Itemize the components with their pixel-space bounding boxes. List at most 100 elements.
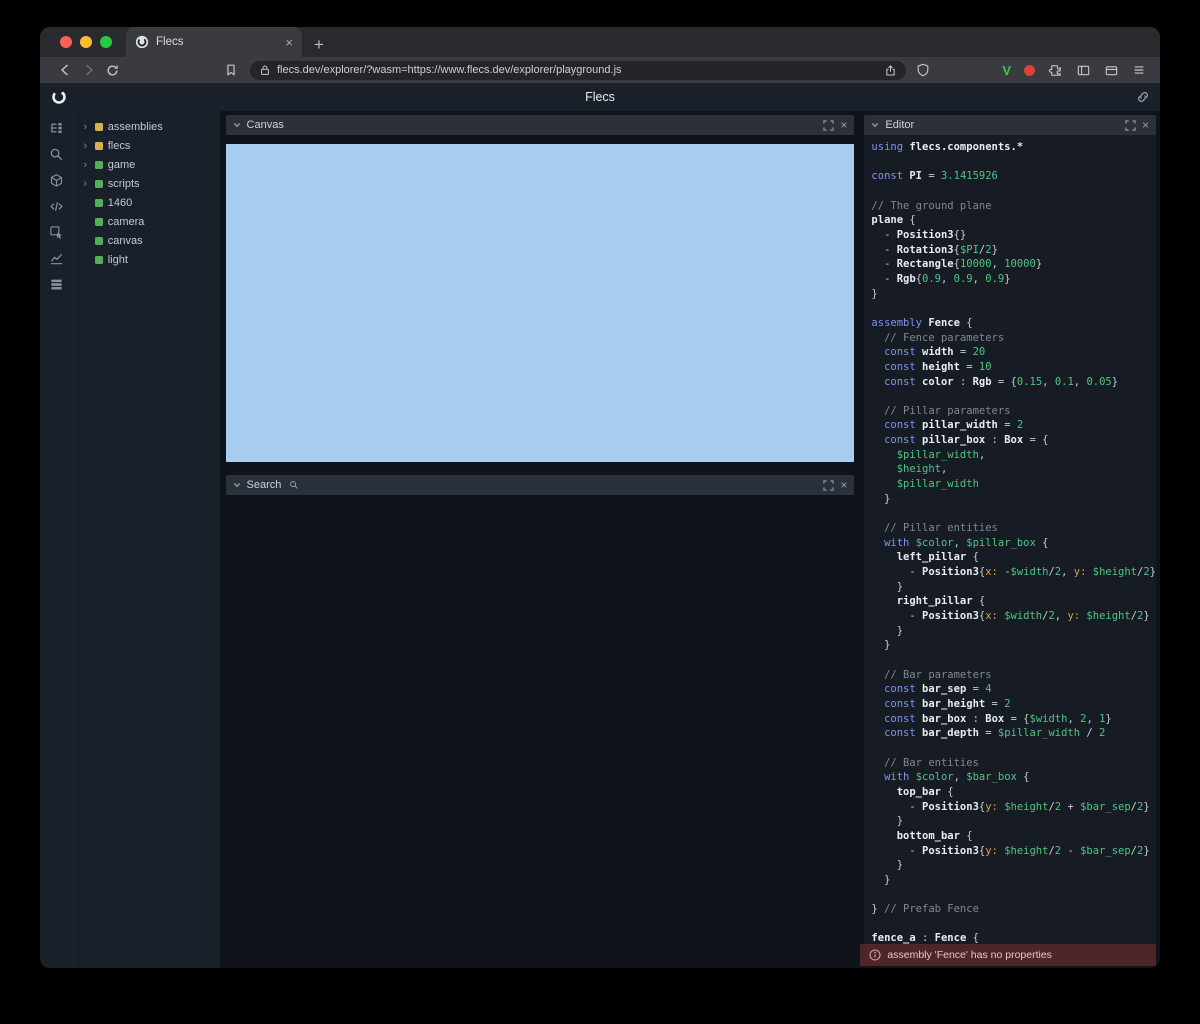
code-line: - Rgb{0.9, 0.9, 0.9} [871, 272, 1156, 287]
sidebar-icon [1076, 63, 1091, 78]
tree-item-scripts[interactable]: ›scripts [74, 174, 220, 193]
minimize-window-button[interactable] [80, 36, 92, 48]
stats-chart-icon [49, 251, 64, 266]
code-line [871, 741, 1156, 756]
browser-tab-flecs[interactable]: Flecs × [126, 27, 302, 57]
script-editor-button[interactable] [47, 198, 65, 214]
tree-item-label: flecs [108, 140, 131, 152]
code-line: } [871, 580, 1156, 595]
search-panel-header[interactable]: Search × [226, 475, 855, 495]
query-search-button[interactable] [47, 146, 65, 162]
code-line: top_bar { [871, 785, 1156, 800]
tree-item-game[interactable]: › game [74, 155, 220, 174]
code-line: - Position3{y: $height/2 - $bar_sep/2} [871, 844, 1156, 859]
tree-view-icon [49, 121, 64, 136]
url-input[interactable]: flecs.dev/explorer/?wasm=https://www.fle… [250, 61, 906, 80]
code-line: const bar_depth = $pillar_width / 2 [871, 726, 1156, 741]
tab-close-icon[interactable]: × [285, 35, 293, 50]
brave-shields-button[interactable] [916, 63, 930, 77]
search-panel-title: Search [247, 479, 282, 491]
code-line: $height, [871, 462, 1156, 477]
extensions-button[interactable] [1048, 63, 1063, 78]
close-panel-icon[interactable]: × [1142, 119, 1149, 131]
collapse-chevron-icon[interactable] [233, 481, 241, 489]
code-line: } [871, 858, 1156, 873]
editor-panel-title: Editor [885, 119, 914, 131]
tree-item-label: assemblies [108, 121, 163, 133]
code-line: } [871, 873, 1156, 888]
error-message: assembly 'Fence' has no properties [887, 949, 1052, 961]
url-text: flecs.dev/explorer/?wasm=https://www.fle… [277, 64, 878, 76]
inspect-cursor-icon [49, 225, 64, 240]
code-line: const height = 10 [871, 360, 1156, 375]
code-line: plane { [871, 213, 1156, 228]
expand-panel-icon[interactable] [823, 120, 834, 131]
tree-item-assemblies[interactable]: › assemblies [74, 117, 220, 136]
search-icon [49, 147, 64, 162]
code-line: - Position3{} [871, 228, 1156, 243]
tables-button[interactable] [47, 276, 65, 292]
expand-chevron-icon[interactable]: › [81, 178, 90, 190]
tree-item-camera[interactable]: camera [74, 212, 220, 231]
expand-chevron-icon[interactable]: › [81, 140, 90, 152]
tree-item-canvas[interactable]: canvas [74, 231, 220, 250]
share-button[interactable] [884, 64, 897, 77]
vimium-extension-button[interactable]: V [1002, 63, 1011, 78]
back-button[interactable] [57, 62, 73, 78]
expand-panel-icon[interactable] [1125, 120, 1136, 131]
browser-toolbar: flecs.dev/explorer/?wasm=https://www.fle… [40, 57, 1160, 83]
tree-view-button[interactable] [47, 120, 65, 136]
code-line: with $color, $bar_box { [871, 770, 1156, 785]
close-panel-icon[interactable]: × [840, 119, 847, 131]
tree-item-1460[interactable]: 1460 [74, 193, 220, 212]
info-icon [869, 949, 881, 961]
tree-item-flecs[interactable]: › flecs [74, 136, 220, 155]
red-extension-icon[interactable] [1024, 65, 1035, 76]
entities-button[interactable] [47, 172, 65, 188]
tree-item-label: game [108, 159, 136, 171]
render-canvas[interactable] [226, 144, 855, 462]
script-editor[interactable]: using flecs.components.* const PI = 3.14… [864, 135, 1156, 944]
window-controls [60, 36, 112, 48]
code-line: const PI = 3.1415926 [871, 169, 1156, 184]
tree-item-label: camera [108, 216, 145, 228]
hamburger-menu-icon [1132, 63, 1146, 77]
share-icon [884, 64, 897, 77]
editor-panel-header[interactable]: Editor × [864, 115, 1156, 135]
canvas-panel-header[interactable]: Canvas × [226, 115, 855, 135]
code-line: right_pillar { [871, 594, 1156, 609]
expand-chevron-icon[interactable]: › [81, 121, 90, 133]
search-icon [289, 480, 299, 490]
inspect-button[interactable] [47, 224, 65, 240]
editor-column: Editor × using flecs.components.* const … [856, 111, 1160, 968]
expand-chevron-icon[interactable]: › [81, 159, 90, 171]
app-header: Flecs [40, 83, 1160, 111]
code-line: using flecs.components.* [871, 140, 1156, 155]
close-window-button[interactable] [60, 36, 72, 48]
expand-panel-icon[interactable] [823, 480, 834, 491]
collapse-chevron-icon[interactable] [233, 121, 241, 129]
bookmark-icon [224, 63, 238, 77]
flecs-favicon-icon [135, 35, 149, 49]
reload-button[interactable] [105, 63, 120, 78]
browser-menu-button[interactable] [1132, 63, 1146, 77]
flecs-explorer-app: Flecs [40, 83, 1160, 968]
wallet-button[interactable] [1104, 63, 1119, 78]
collapse-chevron-icon[interactable] [871, 121, 879, 129]
shield-icon [916, 63, 930, 77]
tree-item-label: canvas [108, 235, 143, 247]
tree-item-light[interactable]: light [74, 250, 220, 269]
new-tab-button[interactable]: + [314, 36, 324, 53]
code-line: } [871, 814, 1156, 829]
close-panel-icon[interactable]: × [840, 479, 847, 491]
forward-button[interactable] [81, 62, 97, 78]
zoom-window-button[interactable] [100, 36, 112, 48]
code-line [871, 389, 1156, 404]
sidebar-toggle-button[interactable] [1076, 63, 1091, 78]
bookmarks-button[interactable] [224, 63, 238, 77]
canvas-panel-title: Canvas [247, 119, 284, 131]
statistics-button[interactable] [47, 250, 65, 266]
code-line: - Position3{x: $width/2, y: $height/2} [871, 609, 1156, 624]
sidebar-icon-rail [40, 111, 74, 968]
share-link-icon[interactable] [1136, 90, 1150, 104]
